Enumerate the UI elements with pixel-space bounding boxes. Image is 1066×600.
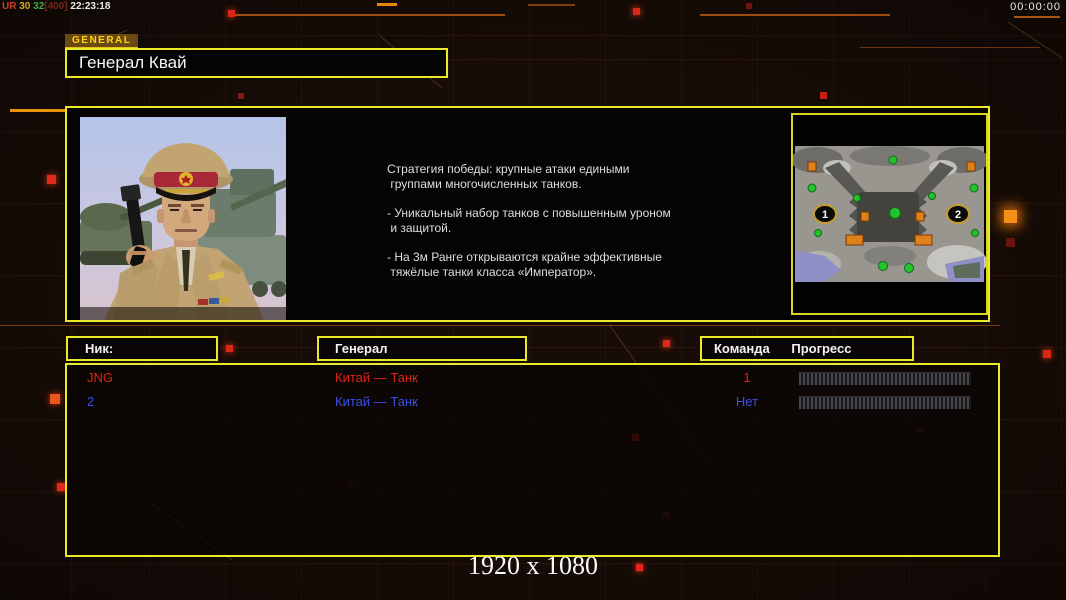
description-paragraph: - Уникальный набор танков с повышенным у… — [387, 206, 671, 235]
header-team-progress: Команда Прогресс — [700, 336, 914, 361]
general-name-label: Генерал Квай — [79, 53, 187, 72]
deco-square — [1004, 210, 1017, 223]
deco-line — [377, 3, 397, 6]
deco-square — [226, 345, 233, 352]
deco-square — [746, 3, 752, 9]
general-portrait — [80, 117, 287, 320]
general-name-title: Генерал Квай — [65, 48, 448, 78]
player-general: Китай — Танк — [335, 370, 418, 385]
description-paragraph: Стратегия победы: крупные атаки едиными … — [387, 162, 630, 191]
progress-bar — [799, 372, 971, 386]
debug-segment: 22:23:18 — [70, 1, 111, 12]
game-lobby-screen: UR 30 32[400] 22:23:18 00:00:00 GENERAL … — [0, 0, 1066, 600]
header-team-label: Команда — [714, 341, 770, 356]
deco-square — [633, 8, 640, 15]
deco-line — [0, 325, 1000, 326]
minimap: 1 2 — [791, 115, 989, 313]
debug-segment: UR — [2, 1, 20, 12]
deco-square — [1006, 238, 1015, 247]
match-timer: 00:00:00 — [1010, 1, 1061, 13]
deco-square — [50, 394, 60, 404]
player-row: JNG Китай — Танк 1 — [67, 370, 998, 388]
timer-underline — [1014, 16, 1060, 18]
debug-segment: 32 — [33, 1, 45, 12]
tab-general[interactable]: GENERAL — [65, 34, 139, 49]
header-nick-label: Ник: — [85, 341, 114, 356]
player-nick: 2 — [87, 394, 95, 409]
minimap-preview: 1 2 — [791, 113, 989, 315]
deco-square — [820, 92, 827, 99]
header-general: Генерал — [317, 336, 527, 361]
player-general: Китай — Танк — [335, 394, 418, 409]
start-position-2: 2 — [955, 209, 961, 221]
deco-square — [663, 340, 670, 347]
description-paragraph: - На 3м Ранге открываются крайне эффекти… — [387, 250, 662, 279]
deco-square — [47, 175, 56, 184]
player-list-panel: JNG Китай — Танк 1 2 Китай — Танк Нет — [65, 363, 1000, 557]
player-nick: JNG — [87, 370, 113, 385]
debug-stats-readout: UR 30 32[400] 22:23:18 — [2, 1, 110, 12]
player-team: Нет — [735, 394, 759, 409]
header-nick: Ник: — [66, 336, 218, 361]
start-position-1: 1 — [822, 209, 828, 221]
player-team: 1 — [743, 370, 751, 385]
deco-line — [230, 14, 505, 16]
debug-segment: 30 — [19, 1, 34, 12]
deco-square — [1043, 350, 1051, 358]
header-progress-label: Прогресс — [791, 341, 852, 356]
general-description: Стратегия победы: крупные атаки едиными … — [387, 162, 732, 294]
deco-line — [860, 47, 1040, 48]
progress-bar — [799, 396, 971, 410]
deco-line — [700, 14, 890, 16]
deco-square — [228, 10, 235, 17]
deco-square — [238, 93, 244, 99]
deco-square — [57, 483, 65, 491]
debug-segment: [400] — [44, 1, 71, 12]
deco-line — [528, 4, 575, 6]
resolution-label: 1920 x 1080 — [468, 551, 598, 580]
deco-line — [10, 109, 67, 112]
player-row: 2 Китай — Танк Нет — [67, 394, 998, 412]
general-info-panel: Стратегия победы: крупные атаки едиными … — [65, 106, 990, 322]
header-general-label: Генерал — [335, 341, 388, 356]
